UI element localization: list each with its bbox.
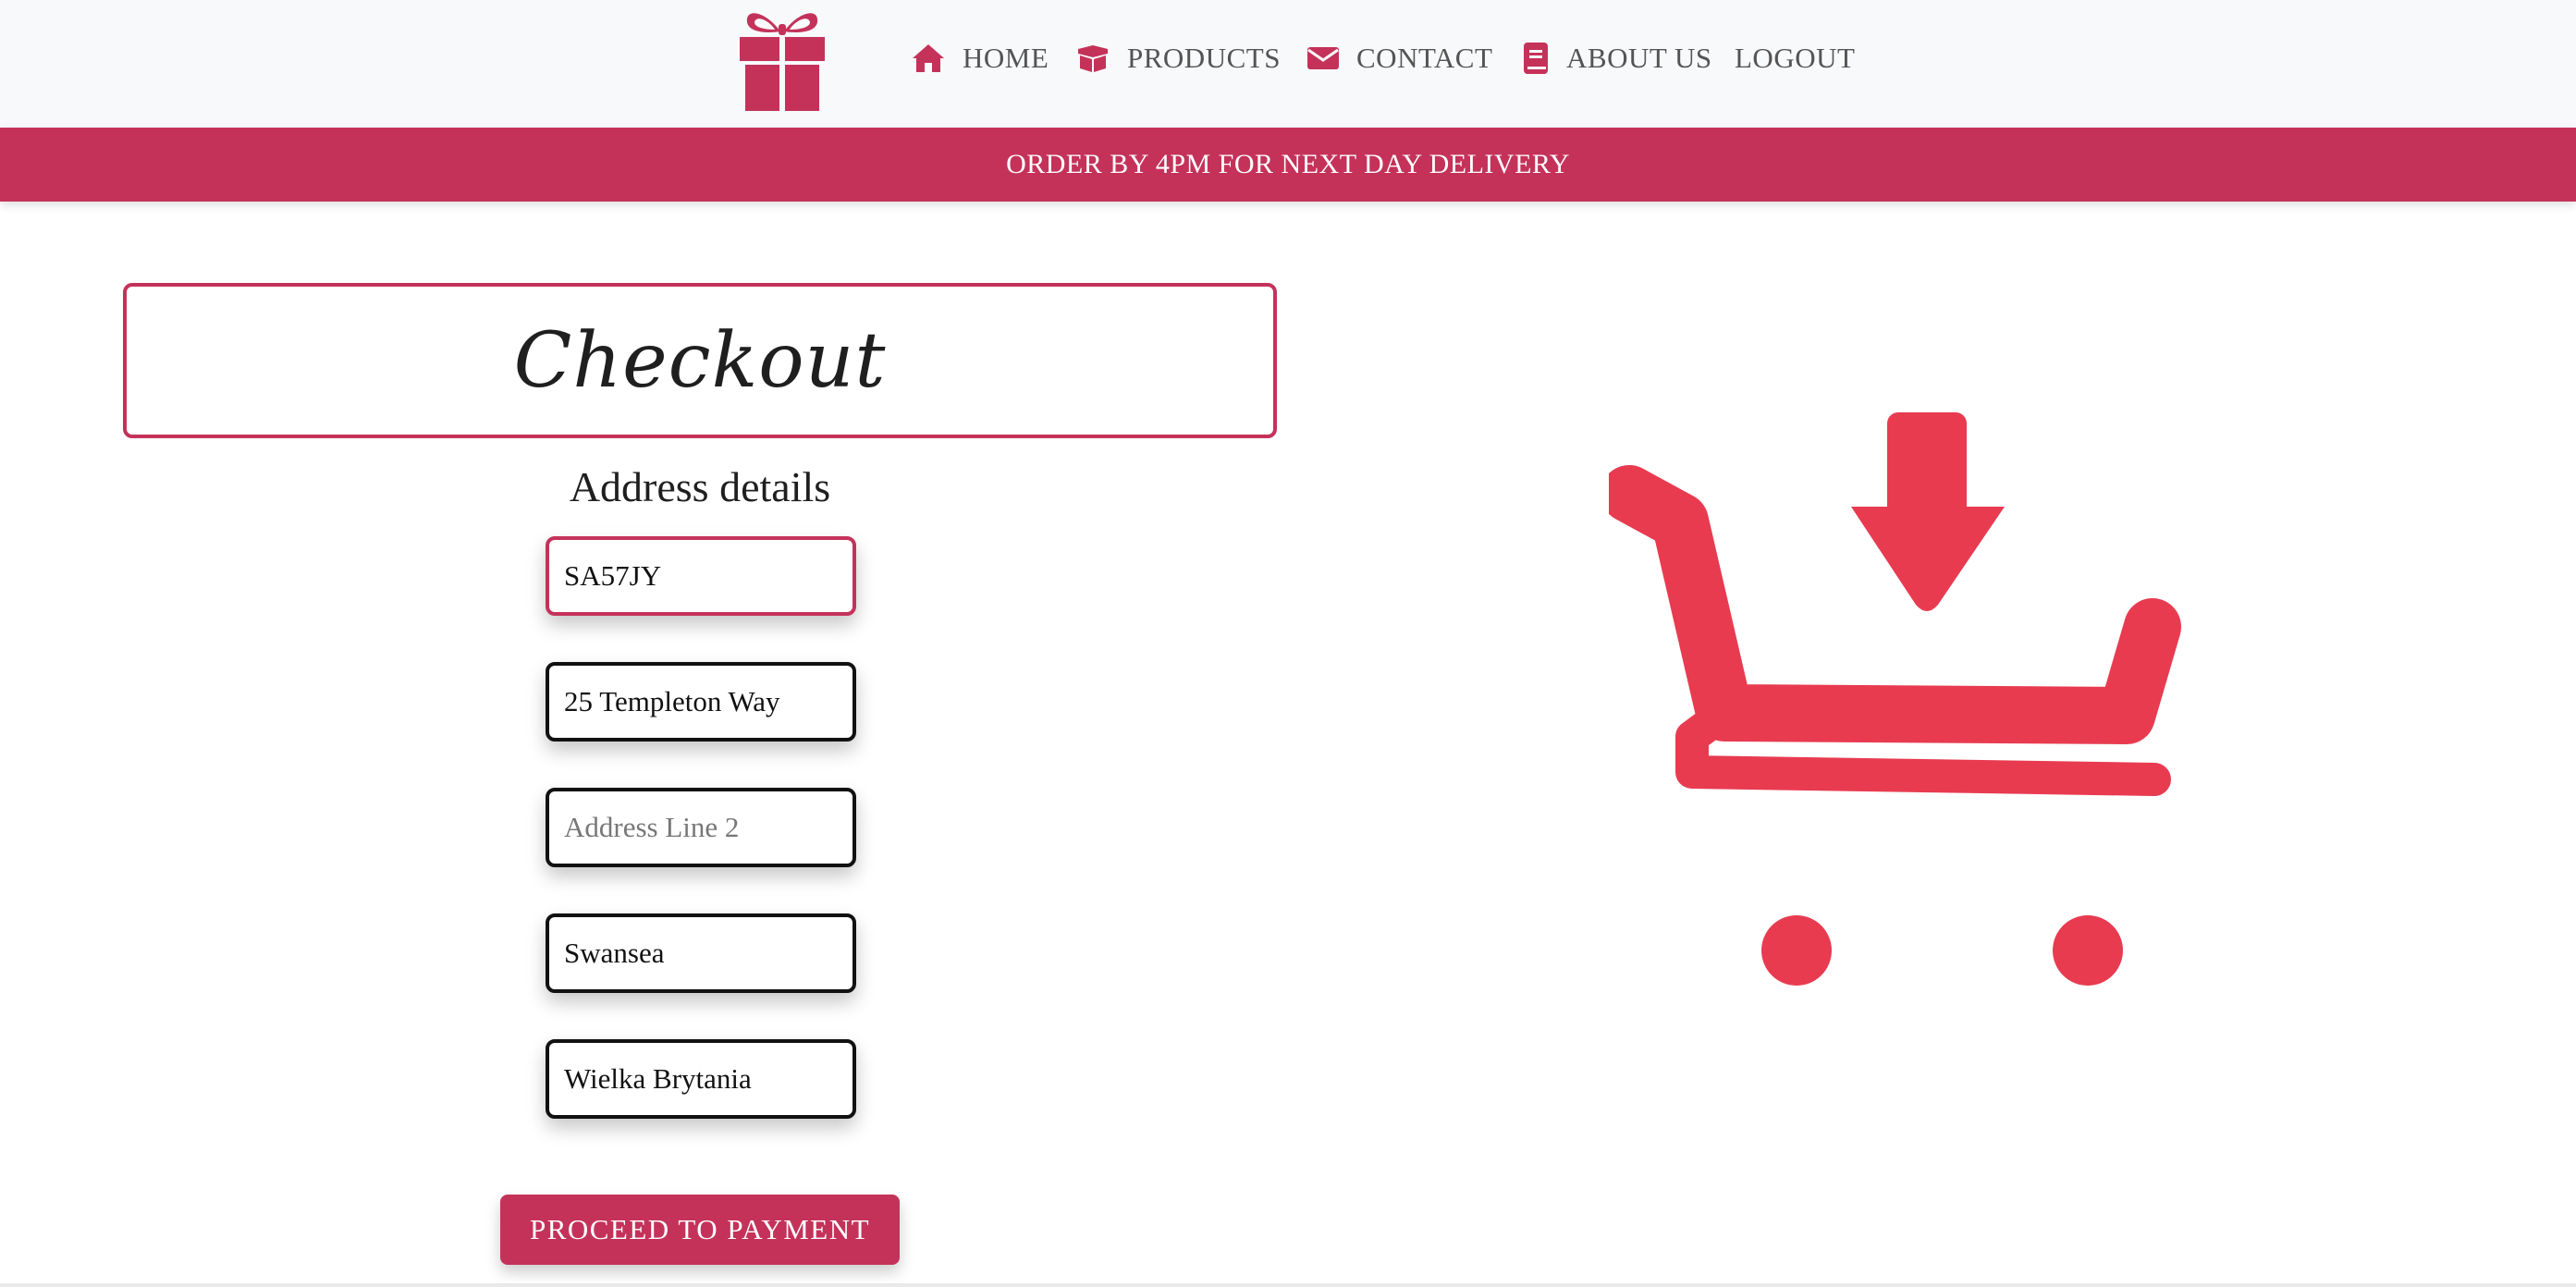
delivery-banner: ORDER BY 4PM FOR NEXT DAY DELIVERY (0, 128, 2576, 202)
nav-logout[interactable]: LOGOUT (1735, 37, 1855, 80)
nav-about-us-label: ABOUT US (1566, 42, 1712, 74)
city-field[interactable] (546, 913, 856, 993)
page-bottom-divider (0, 1283, 2576, 1287)
cart-download-icon (1609, 412, 2181, 986)
envelope-icon (1307, 47, 1339, 69)
home-icon (913, 44, 944, 72)
postcode-field[interactable] (546, 536, 856, 616)
country-field[interactable] (546, 1039, 856, 1119)
top-navigation: HOME PRODUCTS CONTACT ABOUT US LOGOUT (0, 0, 2576, 128)
address-line-2-field[interactable] (546, 788, 856, 867)
address-details-heading: Address details (569, 463, 831, 510)
checkout-header: Checkout (123, 283, 1277, 438)
page-title: Checkout (513, 316, 887, 405)
nav-about-us[interactable]: ABOUT US (1522, 37, 1712, 80)
nav-home[interactable]: HOME (911, 37, 1049, 80)
book-icon (1524, 43, 1548, 74)
gift-icon[interactable] (729, 6, 836, 111)
nav-logout-label: LOGOUT (1735, 42, 1856, 74)
address-line-1-field[interactable] (546, 662, 856, 742)
nav-contact[interactable]: CONTACT (1306, 37, 1492, 80)
nav-home-label: HOME (963, 42, 1049, 74)
nav-contact-label: CONTACT (1356, 42, 1493, 74)
box-icon (1078, 45, 1108, 72)
proceed-to-payment-button[interactable]: PROCEED TO PAYMENT (500, 1195, 900, 1265)
nav-products-label: PRODUCTS (1127, 42, 1281, 74)
nav-products[interactable]: PRODUCTS (1075, 37, 1281, 80)
delivery-banner-text: ORDER BY 4PM FOR NEXT DAY DELIVERY (1006, 149, 1570, 179)
